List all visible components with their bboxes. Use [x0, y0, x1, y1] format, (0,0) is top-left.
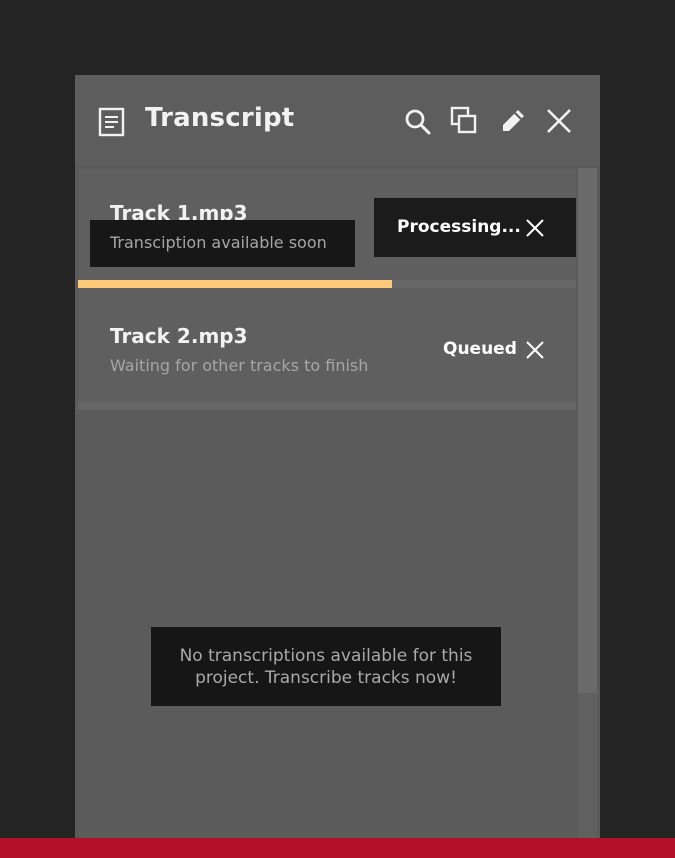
document-icon [98, 107, 125, 137]
empty-state-message: No transcriptions available for this pro… [179, 645, 473, 688]
edit-icon[interactable] [499, 107, 527, 135]
scrollbar[interactable] [578, 168, 597, 838]
status-label: Processing... [397, 217, 521, 237]
copy-icon[interactable] [450, 106, 478, 136]
bottom-accent-bar [0, 838, 675, 858]
panel-title: Transcript [145, 103, 295, 133]
track-subtitle: Waiting for other tracks to finish [110, 356, 369, 375]
empty-state-box: No transcriptions available for this pro… [151, 627, 501, 706]
track-subtitle: Transciption available soon [110, 233, 327, 252]
cancel-track-icon[interactable] [526, 341, 544, 359]
progress-bar [78, 280, 576, 288]
close-icon[interactable] [546, 108, 572, 134]
track-row: Track 2.mp3 Waiting for other tracks to … [79, 288, 576, 402]
transcript-panel: Transcript Track 1.mp3 Transciption avai… [75, 75, 600, 838]
app-screen: { "header": { "title": "Transcript", "ic… [0, 0, 675, 858]
track-row: Track 1.mp3 Transciption available soon … [79, 169, 576, 280]
scrollbar-thumb[interactable] [578, 168, 597, 693]
cancel-track-icon[interactable] [526, 219, 544, 237]
progress-fill [78, 280, 392, 288]
status-label: Queued [443, 339, 517, 359]
track-name: Track 2.mp3 [110, 324, 248, 348]
panel-header: Transcript [75, 75, 600, 167]
list-divider [78, 402, 576, 410]
search-icon[interactable] [404, 108, 432, 136]
